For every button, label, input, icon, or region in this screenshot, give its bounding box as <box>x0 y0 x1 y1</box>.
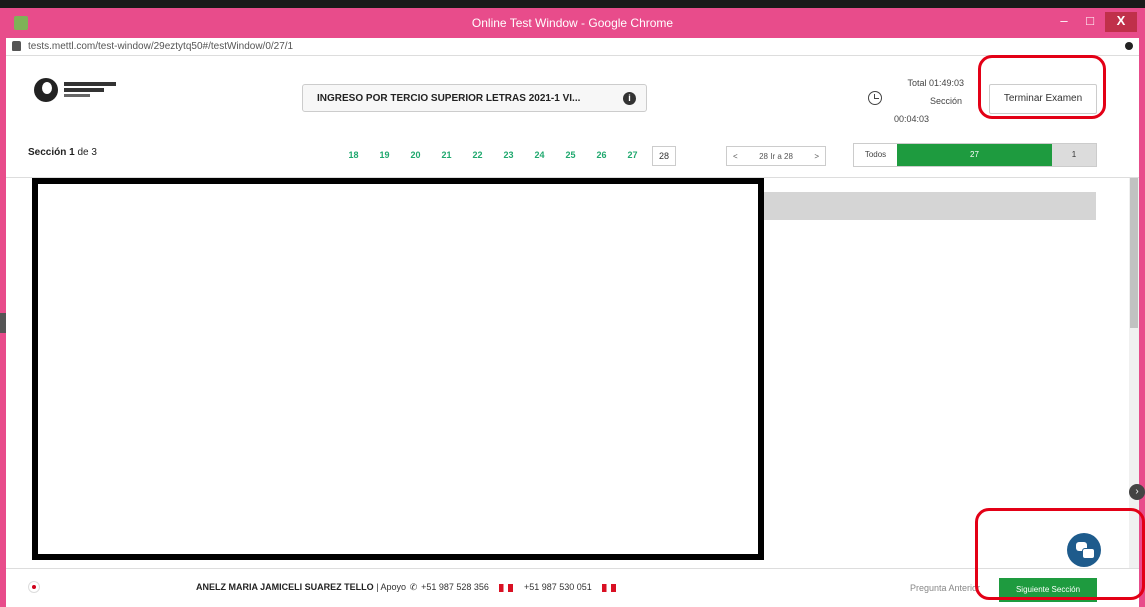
close-button[interactable]: X <box>1105 12 1137 32</box>
timer-section-label: Sección <box>929 96 962 106</box>
question-pager: < 28 Ir a 28 > <box>726 146 826 166</box>
footer-bar: ANELZ MARIA JAMICELI SUAREZ TELLO | Apoy… <box>6 568 1139 607</box>
current-question-number[interactable]: 28 <box>652 146 676 166</box>
section-word: Sección <box>28 147 67 158</box>
clock-icon <box>868 91 882 105</box>
question-number[interactable]: 23 <box>493 146 524 166</box>
unanswered-count[interactable]: 1 <box>1052 144 1096 166</box>
lock-icon <box>12 41 21 51</box>
right-arrow-icon[interactable]: › <box>1129 484 1145 500</box>
annotation-highlight <box>975 508 1145 600</box>
redacted-question-area <box>32 178 764 560</box>
extension-icon[interactable] <box>1125 42 1133 50</box>
section-indicator: Sección 1 de 3 <box>28 147 97 158</box>
timer-section-value: 00:04:03 <box>894 114 930 124</box>
section-of: de 3 <box>77 147 97 158</box>
student-name: ANELZ MARIA JAMICELI SUAREZ TELLO <box>196 582 374 592</box>
logo-emblem-icon <box>34 78 58 102</box>
pager-next-button[interactable]: > <box>814 152 819 161</box>
university-logo <box>34 78 124 102</box>
phone-icon: ✆ <box>409 582 418 592</box>
pager-goto-select[interactable]: 28 Ir a 28 <box>759 152 793 161</box>
section-navigation: Sección 1 de 3 18 19 20 21 22 23 24 25 2… <box>6 138 1139 178</box>
logo-text-line <box>64 94 90 97</box>
question-number[interactable]: 26 <box>586 146 617 166</box>
section-current: 1 <box>69 147 75 158</box>
progress-filter: Todos 27 1 <box>853 143 1097 167</box>
test-header: INGRESO POR TERCIO SUPERIOR LETRAS 2021-… <box>6 56 1139 138</box>
window-title: Online Test Window - Google Chrome <box>471 16 674 30</box>
question-number[interactable]: 21 <box>431 146 462 166</box>
question-number[interactable]: 24 <box>524 146 555 166</box>
scrollbar-thumb[interactable] <box>1130 178 1138 328</box>
filter-all-button[interactable]: Todos <box>854 144 897 166</box>
title-bar: Online Test Window - Google Chrome – □ X <box>6 8 1139 38</box>
support-phone-2: +51 987 530 051 <box>523 582 592 592</box>
timer: Total 01:49:03 Sección 00:04:03 <box>894 74 974 128</box>
peru-flag-icon <box>499 583 514 592</box>
support-label: | Apoyo <box>376 582 407 592</box>
annotation-highlight <box>978 55 1106 119</box>
question-number[interactable]: 25 <box>555 146 586 166</box>
question-number-list: 18 19 20 21 22 23 24 25 26 27 28 <box>338 146 676 166</box>
exam-title-box: INGRESO POR TERCIO SUPERIOR LETRAS 2021-… <box>302 84 647 112</box>
answered-count[interactable]: 27 <box>897 144 1052 166</box>
recording-indicator-icon <box>28 581 40 593</box>
question-content: › <box>0 178 1145 568</box>
previous-question-button[interactable]: Pregunta Anterior <box>910 583 980 593</box>
info-icon[interactable]: i <box>623 92 636 105</box>
url-text[interactable]: tests.mettl.com/test-window/29eztytq50#/… <box>28 41 293 52</box>
question-number[interactable]: 27 <box>617 146 648 166</box>
pager-prev-button[interactable]: < <box>733 152 738 161</box>
question-number[interactable]: 22 <box>462 146 493 166</box>
exam-title: INGRESO POR TERCIO SUPERIOR LETRAS 2021-… <box>317 93 581 104</box>
timer-total: Total 01:49:03 <box>907 78 964 88</box>
logo-text-line <box>64 88 104 92</box>
browser-window: Online Test Window - Google Chrome – □ X… <box>0 8 1145 607</box>
address-bar[interactable]: tests.mettl.com/test-window/29eztytq50#/… <box>6 38 1139 56</box>
student-support-info: ANELZ MARIA JAMICELI SUAREZ TELLO | Apoy… <box>196 582 624 593</box>
question-number[interactable]: 19 <box>369 146 400 166</box>
left-edge-handle[interactable] <box>0 313 6 333</box>
question-number[interactable]: 18 <box>338 146 369 166</box>
support-phone-1: +51 987 528 356 <box>421 582 489 592</box>
answer-placeholder-bar <box>764 192 1096 220</box>
minimize-button[interactable]: – <box>1051 12 1077 32</box>
maximize-button[interactable]: □ <box>1077 12 1103 32</box>
logo-text-line <box>64 82 116 86</box>
question-number[interactable]: 20 <box>400 146 431 166</box>
peru-flag-icon <box>602 583 617 592</box>
